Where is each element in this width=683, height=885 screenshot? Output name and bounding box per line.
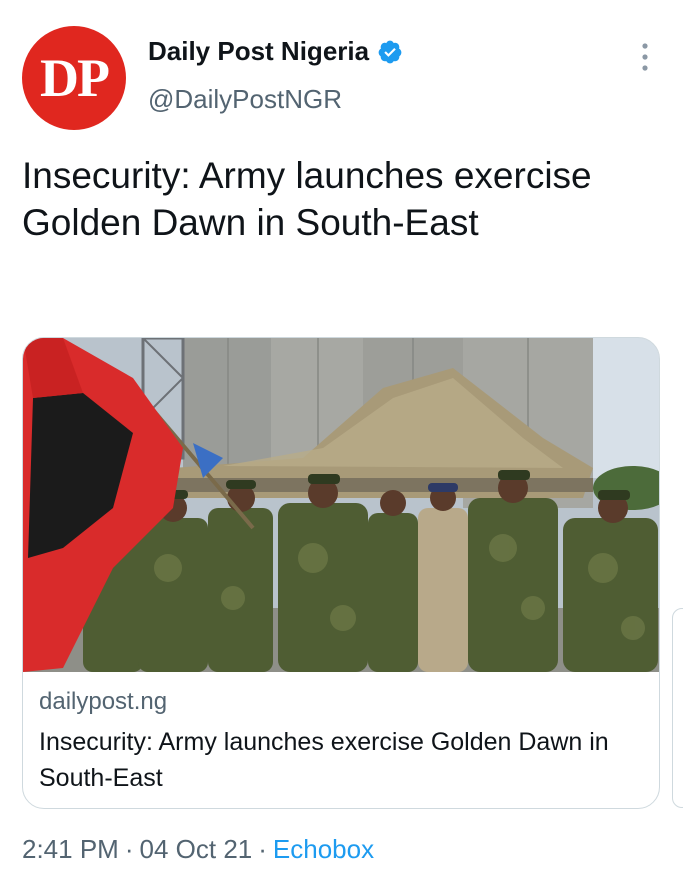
army-parade-photo bbox=[23, 338, 659, 672]
tweet-page: DP Daily Post Nigeria @DailyPostNGR Inse… bbox=[0, 0, 683, 885]
avatar-logo-text: DP bbox=[40, 48, 110, 108]
author-handle[interactable]: @DailyPostNGR bbox=[148, 84, 342, 115]
meta-separator: · bbox=[258, 834, 267, 864]
card-title: Insecurity: Army launches exercise Golde… bbox=[39, 728, 609, 792]
verified-badge-icon bbox=[378, 40, 402, 63]
avatar[interactable]: DP bbox=[22, 26, 126, 130]
meta-separator: · bbox=[124, 834, 134, 864]
more-options-icon[interactable] bbox=[638, 42, 652, 72]
card-image[interactable] bbox=[23, 338, 659, 672]
adjacent-card-edge bbox=[672, 608, 683, 808]
tweet-meta: 2:41 PM · 04 Oct 21 · Echobox bbox=[22, 834, 374, 865]
tweet-date[interactable]: 04 Oct 21 bbox=[140, 834, 253, 864]
link-preview-card[interactable]: dailypost.ng Insecurity: Army launches e… bbox=[22, 337, 660, 809]
tweet-source-link[interactable]: Echobox bbox=[273, 834, 374, 864]
author-name-row[interactable]: Daily Post Nigeria bbox=[148, 36, 403, 67]
author-display-name[interactable]: Daily Post Nigeria bbox=[148, 36, 369, 67]
tweet-time[interactable]: 2:41 PM bbox=[22, 834, 119, 864]
card-domain: dailypost.ng bbox=[39, 688, 168, 715]
tweet-text: Insecurity: Army launches exercise Golde… bbox=[22, 155, 592, 243]
